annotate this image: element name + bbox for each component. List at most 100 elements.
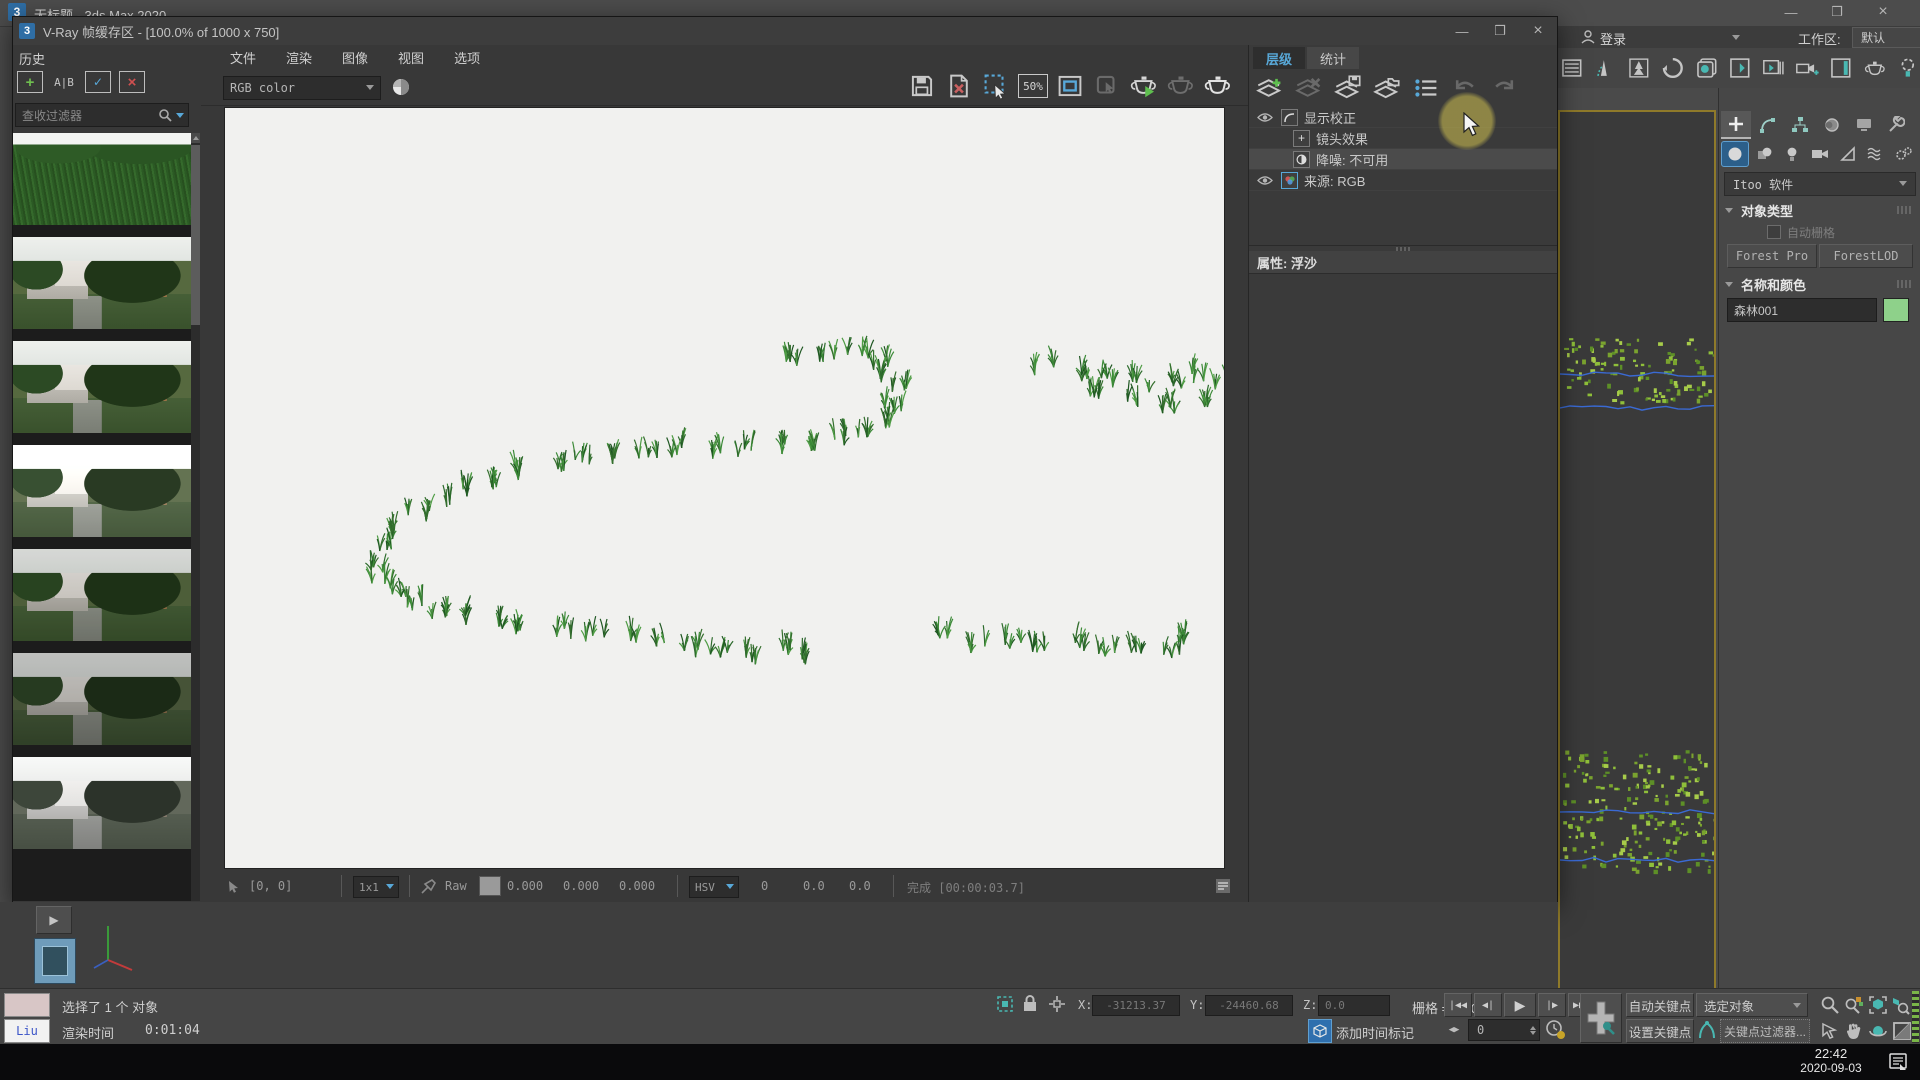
zoom-level-button[interactable]: 50% [1018,74,1048,98]
render-last-icon[interactable] [1129,73,1159,99]
x-coord-field[interactable]: -31213.37 [1092,995,1180,1016]
object-color-swatch[interactable] [1883,298,1909,322]
rendered-frame-icon[interactable] [1695,55,1719,81]
subtab-shapes[interactable] [1751,142,1777,166]
mini-listener-field[interactable]: Liu [4,1019,50,1043]
history-thumbnail[interactable] [13,445,193,537]
history-ab-compare-icon[interactable]: A|B [51,72,77,92]
taskbar-clock[interactable]: 22:42 2020-09-03 [1786,1046,1876,1075]
eye-icon[interactable] [1257,175,1273,186]
history-scrollbar[interactable] [191,133,200,901]
vfb-maximize-button[interactable]: ❒ [1481,19,1519,43]
menu-options[interactable]: 选项 [439,45,495,69]
y-coord-field[interactable]: -24460.68 [1205,995,1293,1016]
maximize-button[interactable]: ❒ [1818,0,1856,24]
tab-stats[interactable]: 统计 [1307,47,1359,69]
redo-icon[interactable] [1489,75,1519,101]
search-icon[interactable] [158,108,172,122]
layer-explorer-icon[interactable] [1560,55,1584,81]
isolate-toggle[interactable] [1308,1019,1332,1043]
menu-image[interactable]: 图像 [327,45,383,69]
key-filter-selected-dropdown[interactable]: 选定对象 [1696,993,1808,1017]
history-filter-caret-icon[interactable] [176,113,184,118]
history-save-icon[interactable]: + [17,71,43,93]
rollout-object-type[interactable]: 对象类型 [1725,200,1915,220]
history-thumbnail[interactable] [13,341,193,433]
environment-icon[interactable] [1728,55,1752,81]
tab-utilities[interactable] [1881,112,1911,138]
channel-dropdown[interactable]: RGB color [223,76,381,100]
clear-image-icon[interactable] [944,73,974,99]
signin-caret-icon[interactable] [1732,35,1740,40]
eyedropper-icon[interactable] [421,879,436,894]
subtab-lights[interactable] [1779,142,1805,166]
render-icon[interactable] [1203,73,1233,99]
subtab-cameras[interactable] [1807,142,1833,166]
spinner-strip[interactable] [1912,991,1919,1043]
load-layers-icon[interactable] [1372,75,1402,101]
forest-brush-icon[interactable] [1594,55,1618,81]
selection-lock-icon[interactable] [1022,994,1038,1013]
object-name-field[interactable]: 森林001 [1727,298,1877,322]
history-set-a-icon[interactable]: ✓ [85,71,111,93]
render-setup-icon[interactable] [1661,55,1685,81]
zoom-all-icon[interactable] [1844,995,1864,1015]
notification-center-icon[interactable] [1888,1052,1908,1072]
orbit-icon[interactable] [1868,1021,1888,1041]
zoom-icon[interactable] [1820,995,1840,1015]
layer-row-display-correction[interactable]: 显示校正 [1249,107,1557,128]
auto-key-button[interactable]: 自动关键点 [1626,993,1694,1017]
signin-button[interactable]: 登录 [1600,29,1626,48]
render-teapot-icon[interactable] [1863,55,1887,81]
save-layers-icon[interactable] [1333,75,1363,101]
pan-hand-icon[interactable] [1844,1021,1864,1041]
color-mode-dropdown[interactable]: HSV [689,876,739,898]
delete-layer-icon[interactable] [1294,75,1324,101]
key-filters-button[interactable]: 关键点过滤器... [1720,1019,1810,1043]
eye-icon[interactable] [1257,112,1273,123]
z-coord-field[interactable]: 0.0 [1318,995,1390,1016]
subtab-systems[interactable] [1891,142,1917,166]
vfb-minimize-button[interactable]: — [1443,19,1481,43]
history-thumbnail[interactable] [13,653,193,745]
history-thumbnail[interactable] [13,133,193,225]
autogrid-checkbox[interactable]: 自动栅格 [1767,224,1835,240]
subtab-geometry[interactable] [1721,141,1749,167]
scroll-up-icon[interactable] [191,133,200,143]
set-key-button[interactable]: 设置关键点 [1626,1019,1694,1043]
stamp-icon[interactable] [1215,878,1231,894]
light-icon[interactable] [1896,55,1920,81]
tree-icon[interactable] [1627,55,1651,81]
subtab-spacewarps[interactable] [1863,142,1889,166]
tab-create[interactable] [1721,111,1751,139]
go-to-start-button[interactable]: |◀◀ [1444,993,1472,1017]
category-dropdown[interactable]: Itoo 软件 [1724,172,1916,196]
maximize-viewport-icon[interactable] [1892,1021,1912,1041]
layer-row-lens-effects[interactable]: + 镜头效果 [1249,128,1557,149]
history-filter-input[interactable]: 查收过滤器 [15,103,189,127]
key-mode-icon[interactable] [1696,1020,1718,1040]
macro-recorder-field[interactable] [4,993,50,1017]
close-button[interactable]: × [1864,0,1902,24]
tab-display[interactable] [1849,112,1879,138]
scrollbar-thumb[interactable] [191,145,200,325]
vfb-titlebar[interactable]: 3 V-Ray 帧缓存区 - [100.0% of 1000 x 750] — … [13,17,1557,46]
pan-arrow-icon[interactable] [1820,1021,1840,1041]
time-config-icon[interactable] [1544,1019,1568,1041]
video-preview-icon[interactable] [1762,55,1786,81]
viewport[interactable] [1558,110,1716,1008]
save-image-icon[interactable] [907,73,937,99]
history-thumbnail[interactable] [13,757,193,849]
mini-play-button[interactable]: ▶ [36,906,72,934]
selection-region-icon[interactable] [996,995,1014,1013]
display-panel-icon[interactable] [1829,55,1853,81]
set-keys-button[interactable] [1580,993,1622,1043]
menu-render[interactable]: 渲染 [271,45,327,69]
workspace-dropdown[interactable]: 默认 [1852,27,1920,48]
history-thumbnail[interactable] [13,549,193,641]
vfb-close-button[interactable]: × [1519,19,1557,43]
track-mouse-icon[interactable] [1092,73,1122,99]
prev-frame-button[interactable]: ◀| [1474,993,1502,1017]
layer-row-source[interactable]: 来源: RGB [1249,170,1557,191]
render-interactive-icon[interactable] [1166,73,1196,99]
